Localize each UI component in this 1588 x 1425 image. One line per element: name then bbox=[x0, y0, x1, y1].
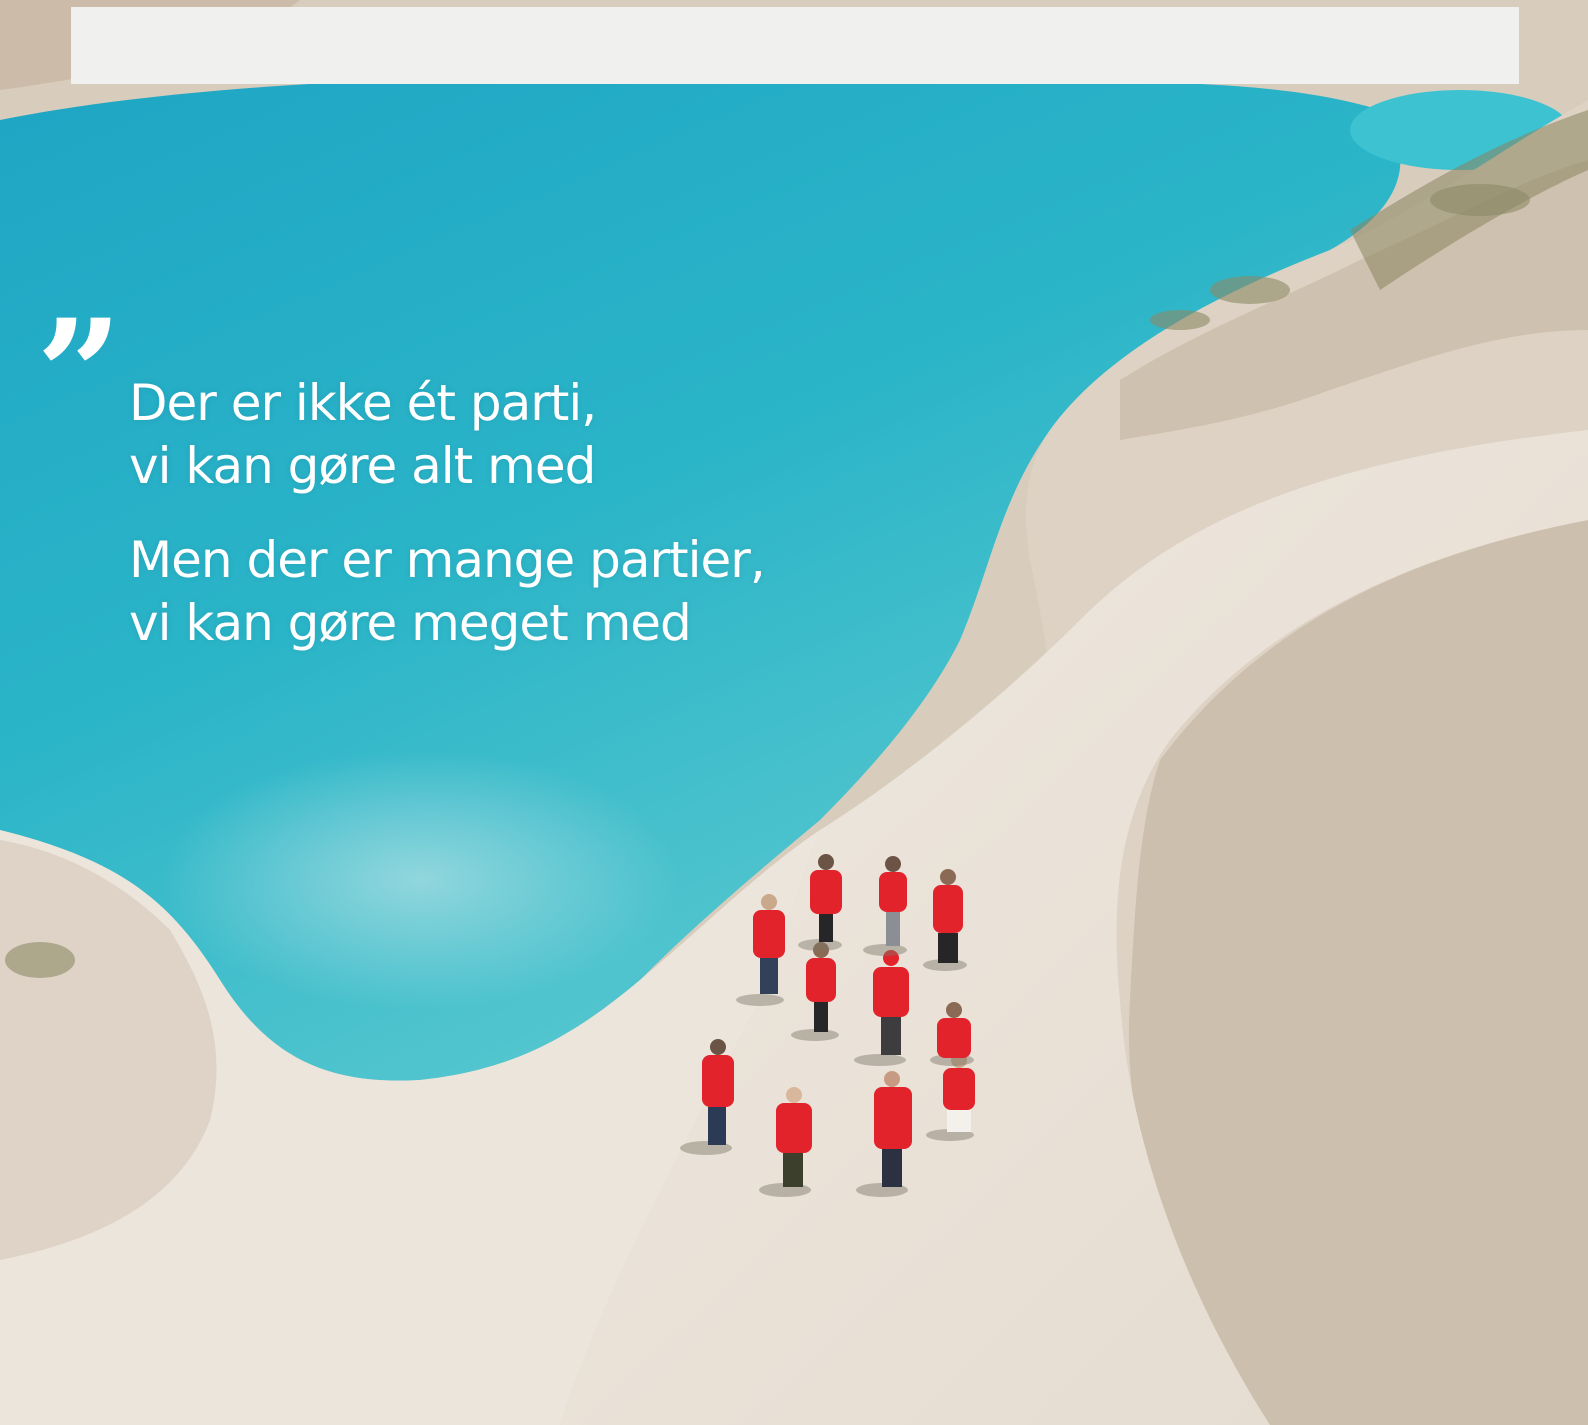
quote-block: Der er ikke ét parti, vi kan gøre alt me… bbox=[129, 372, 766, 686]
quote-line: Der er ikke ét parti, bbox=[129, 374, 597, 432]
background-photo bbox=[0, 0, 1588, 1425]
quote-line: vi kan gøre alt med bbox=[129, 437, 596, 495]
quote-line: vi kan gøre meget med bbox=[129, 594, 692, 652]
quote-paragraph-1: Der er ikke ét parti, vi kan gøre alt me… bbox=[129, 372, 765, 498]
top-bar bbox=[71, 7, 1519, 84]
quote-line: Men der er mange partier, bbox=[129, 531, 766, 589]
quote-mark-icon: ” bbox=[36, 287, 122, 463]
quote-paragraph-2: Men der er mange partier, vi kan gøre me… bbox=[129, 529, 766, 655]
